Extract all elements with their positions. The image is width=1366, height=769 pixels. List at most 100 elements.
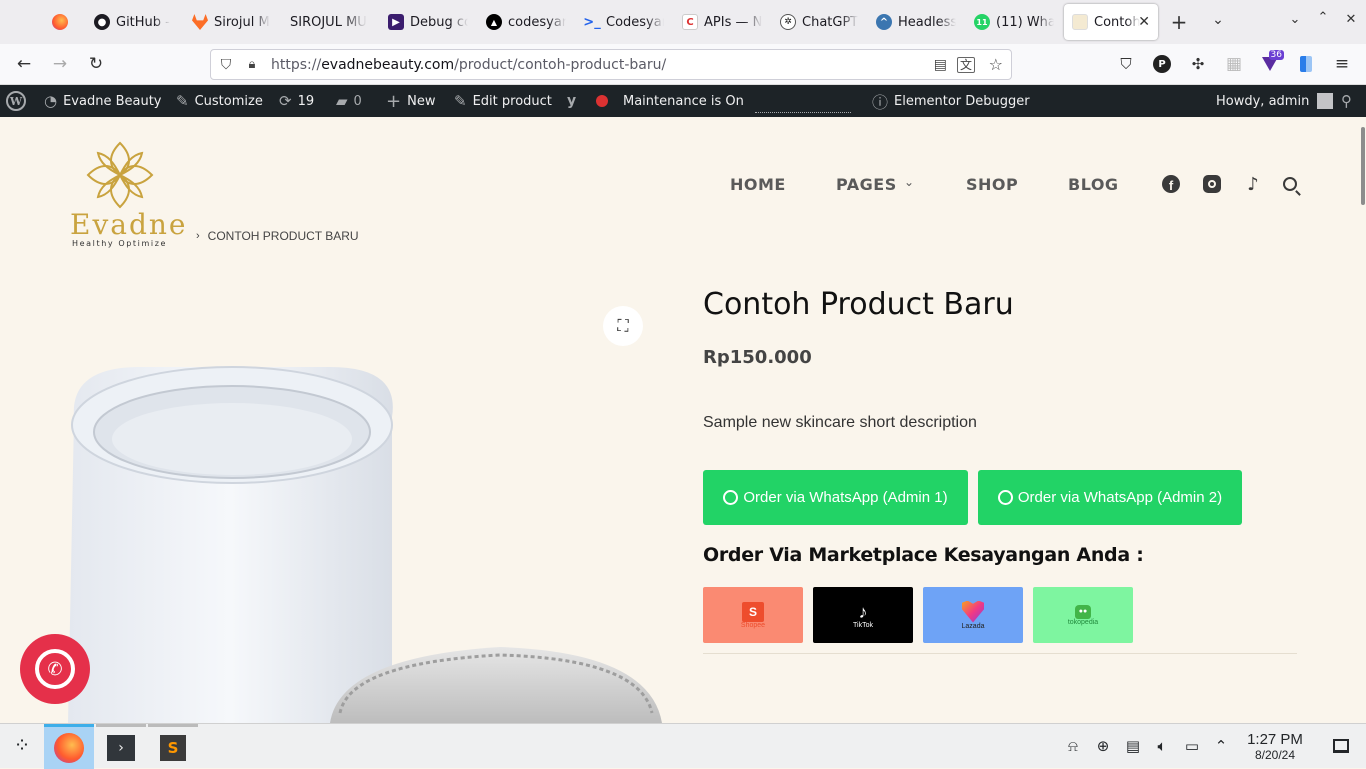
nav-home[interactable]: HOME xyxy=(730,175,786,194)
site-logo[interactable]: Evadne Healthy Optimize xyxy=(64,137,185,249)
whatsapp-order-admin2-button[interactable]: Order via WhatsApp (Admin 2) xyxy=(978,470,1242,525)
update-arrow-icon[interactable]: ⊕ xyxy=(1093,736,1113,756)
reload-icon[interactable]: ↻ xyxy=(82,50,110,78)
tokopedia-button[interactable]: ●● tokopedia xyxy=(1033,587,1133,643)
adminbar-search-icon[interactable]: ⚲ xyxy=(1341,85,1352,117)
yoast-seo-icon[interactable]: y xyxy=(567,85,576,117)
adminbar-account[interactable]: Howdy, admin xyxy=(1216,85,1334,117)
extensions-puzzle-icon[interactable]: ✣ xyxy=(1184,50,1212,78)
notifications-bell-icon[interactable]: ⍾ xyxy=(1063,736,1083,756)
adminbar-edit-product[interactable]: ✎ Edit product xyxy=(454,85,552,117)
url-path: /product/contoh-product-baru/ xyxy=(454,56,667,73)
dashboard-gauge-icon: ◔ xyxy=(44,92,58,110)
floating-whatsapp-button[interactable]: ✆ xyxy=(20,634,90,704)
lazada-heart-icon xyxy=(962,600,984,623)
page-scrollbar[interactable] xyxy=(1360,117,1366,723)
site-name-label: Evadne Beauty xyxy=(63,93,162,109)
tab-chatgpt[interactable]: ✲ ChatGPT xyxy=(780,0,860,44)
adminbar-comments[interactable]: ▰ 0 xyxy=(336,85,362,117)
debug-icon: ▶ xyxy=(388,14,404,30)
clipboard-icon[interactable]: ▤ xyxy=(1123,736,1143,756)
tab-headless[interactable]: ^ Headless xyxy=(876,0,956,44)
list-all-tabs-icon[interactable]: ⌄ xyxy=(1208,12,1228,32)
close-window-icon[interactable]: ✕ xyxy=(1342,12,1360,32)
browser-tab-bar: ● GitHub - Sirojul M SIROJUL MU ▶ Debug … xyxy=(0,0,1366,44)
hamburger-menu-icon[interactable]: ≡ xyxy=(1328,50,1356,78)
nav-blog[interactable]: BLOG xyxy=(1068,175,1119,194)
clock[interactable]: 1:27 PM 8/20/24 xyxy=(1240,732,1310,763)
product-image[interactable]: ⛶ xyxy=(0,267,670,723)
adminbar-new[interactable]: + New xyxy=(386,85,435,117)
minimize-window-icon[interactable]: ⌄ xyxy=(1286,12,1304,32)
avatar xyxy=(1317,93,1334,109)
adminbar-elementor-debugger[interactable]: ⓘ Elementor Debugger xyxy=(872,85,1030,117)
breadcrumb: › CONTOH PRODUCT BARU xyxy=(196,229,359,243)
tab-apis[interactable]: C APIs — N xyxy=(682,0,762,44)
shopee-button[interactable]: S Shopee xyxy=(703,587,803,643)
tab-firefox-view[interactable] xyxy=(52,0,72,44)
headless-icon: ^ xyxy=(876,14,892,30)
triangle-icon: ▲ xyxy=(486,14,502,30)
facebook-icon[interactable]: f xyxy=(1160,173,1182,195)
codesyar-icon: >_ xyxy=(584,14,601,30)
tab-codesyar[interactable]: ▲ codesyar xyxy=(486,0,566,44)
marketplace-label: TikTok xyxy=(853,621,873,629)
shield-icon[interactable]: ⛉ xyxy=(211,57,241,73)
new-tab-button[interactable]: + xyxy=(1168,11,1190,33)
github-icon: ● xyxy=(94,14,110,30)
scrollbar-thumb[interactable] xyxy=(1361,127,1365,205)
network-icon[interactable]: ▭ xyxy=(1182,736,1202,756)
whatsapp-order-admin1-button[interactable]: Order via WhatsApp (Admin 1) xyxy=(703,470,968,525)
chevron-down-icon[interactable]: ⌄ xyxy=(904,175,914,189)
site-page: Evadne Healthy Optimize › CONTOH PRODUCT… xyxy=(0,117,1366,723)
tab-title: ChatGPT xyxy=(802,14,859,30)
close-tab-icon[interactable]: ✕ xyxy=(1138,14,1150,30)
profile-p-icon[interactable]: P xyxy=(1148,50,1176,78)
tab-contoh-active[interactable]: Contoh ✕ xyxy=(1064,4,1158,40)
volume-icon[interactable]: 🔈︎ xyxy=(1152,736,1172,756)
tab-debug[interactable]: ▶ Debug co xyxy=(388,0,468,44)
tab-sirojul[interactable]: SIROJUL MU xyxy=(290,0,370,44)
instagram-icon[interactable] xyxy=(1201,173,1223,195)
maximize-window-icon[interactable]: ⌃ xyxy=(1314,10,1332,30)
firefox-icon xyxy=(54,733,84,763)
app-launcher-icon[interactable]: ⁘ xyxy=(8,733,36,759)
adminbar-site-name[interactable]: ◔ Evadne Beauty xyxy=(44,85,162,117)
nav-pages[interactable]: PAGES xyxy=(836,175,897,194)
adminbar-maintenance[interactable]: Maintenance is On xyxy=(623,85,744,117)
search-icon[interactable] xyxy=(1279,173,1301,196)
show-desktop-icon[interactable] xyxy=(1331,736,1351,756)
tab-whatsapp[interactable]: 11 (11) Wha xyxy=(974,0,1054,44)
tray-expand-chevron-icon[interactable]: ⌃ xyxy=(1211,736,1231,756)
tab-gitlab[interactable]: Sirojul M xyxy=(192,0,272,44)
taskbar-firefox[interactable] xyxy=(44,724,94,769)
tab-codesyar-2[interactable]: >_ Codesyar xyxy=(584,0,664,44)
forward-arrow-icon[interactable]: → xyxy=(46,50,74,78)
tab-github[interactable]: ● GitHub - xyxy=(94,0,174,44)
tiktok-icon[interactable]: ♪ xyxy=(1242,173,1264,195)
extension-badge-icon[interactable]: 36 xyxy=(1256,50,1284,78)
pencil-icon: ✎ xyxy=(454,92,467,110)
reader-view-icon[interactable]: ▤ xyxy=(934,57,947,73)
summary-divider xyxy=(703,653,1297,654)
url-bar[interactable]: ⛉ 🔒︎ https://evadnebeauty.com/product/co… xyxy=(210,49,1012,80)
sidebar-extension-icon[interactable] xyxy=(1292,50,1320,78)
nav-shop[interactable]: SHOP xyxy=(966,175,1018,194)
adminbar-customize[interactable]: ✎ Customize xyxy=(176,85,263,117)
wordpress-logo-icon[interactable]: W xyxy=(6,85,26,117)
translate-icon[interactable]: 文 xyxy=(956,56,975,73)
maintenance-status-dot xyxy=(596,85,608,117)
product-title: Contoh Product Baru xyxy=(703,287,1014,322)
grid-extension-icon[interactable]: ▦ xyxy=(1220,50,1248,78)
adminbar-updates[interactable]: ⟳ 19 xyxy=(279,85,314,117)
bookmark-star-icon[interactable]: ☆ xyxy=(989,55,1003,74)
pocket-icon[interactable]: ⛉ xyxy=(1112,50,1140,78)
taskbar-sublime[interactable]: S xyxy=(148,724,198,769)
whatsapp-button-label: Order via WhatsApp (Admin 2) xyxy=(1017,489,1223,506)
lock-icon[interactable]: 🔒︎ xyxy=(241,57,263,72)
fullscreen-zoom-button[interactable]: ⛶ xyxy=(603,306,643,346)
taskbar-terminal[interactable]: › xyxy=(96,724,146,769)
tiktok-shop-button[interactable]: ♪ TikTok xyxy=(813,587,913,643)
lazada-button[interactable]: Lazada xyxy=(923,587,1023,643)
back-arrow-icon[interactable]: ← xyxy=(10,50,38,78)
